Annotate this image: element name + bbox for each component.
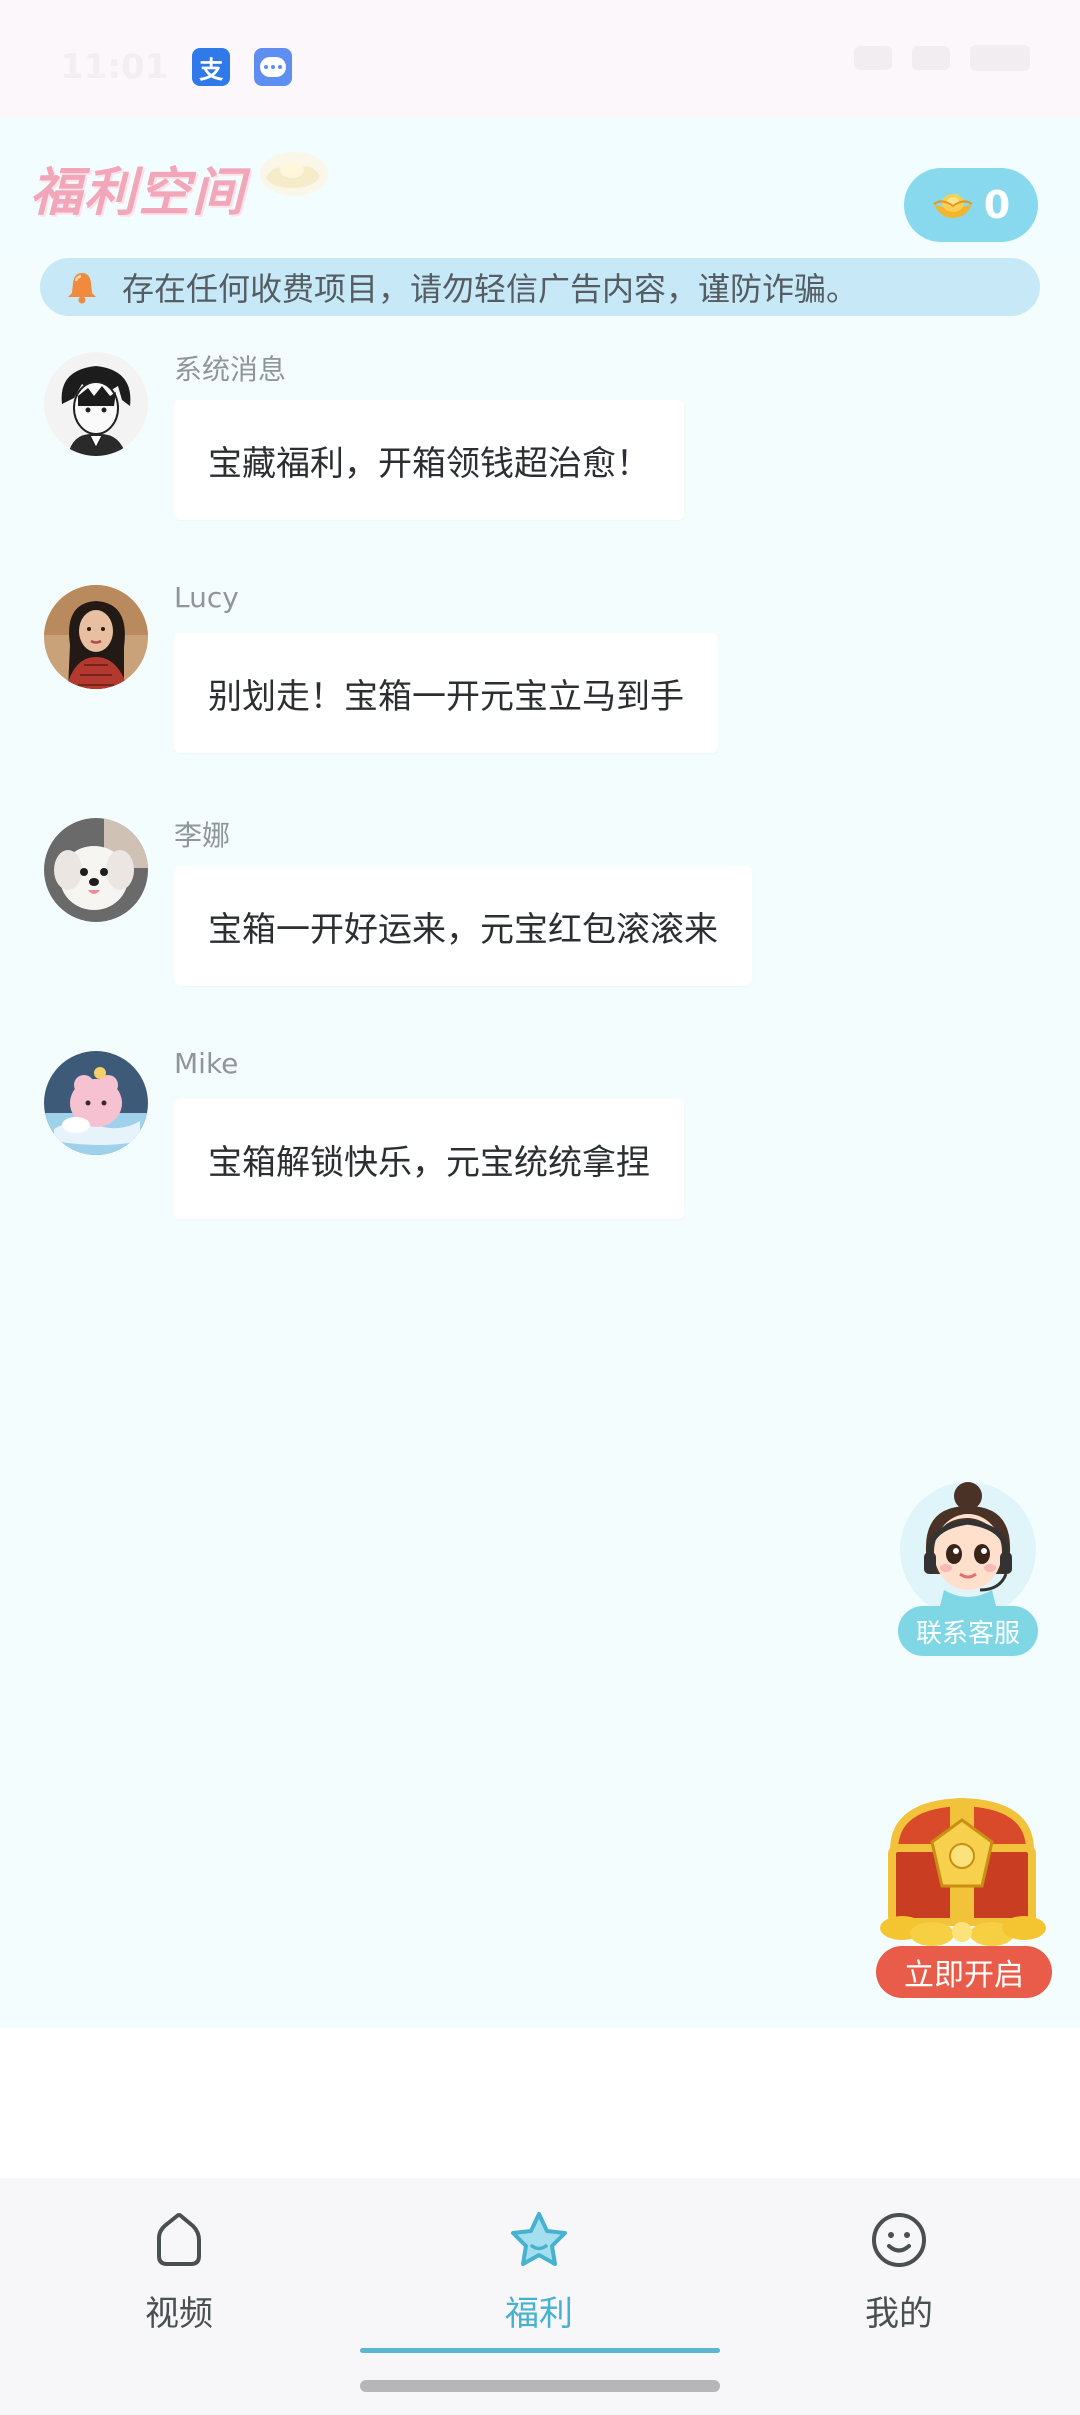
alipay-icon: 支 [192,48,231,86]
message-sender: 系统消息 [174,353,287,386]
gold-ingot-icon [260,151,329,196]
pink-creature-avatar[interactable] [44,1051,148,1155]
status-left: 11:01 支 [60,40,293,94]
bell-icon [68,273,96,304]
message-bubble[interactable]: 宝藏福利，开箱领钱超治愈！ [174,400,684,520]
bottom-spacer [0,2028,1080,2178]
treasure-chest-icon [880,1797,1046,1946]
smiley-icon [872,2213,926,2267]
message-icon [254,48,293,86]
message-bubble[interactable]: 宝箱一开好运来，元宝红包滚滚来 [174,866,752,986]
open-now-button[interactable]: 立即开启 [876,1946,1052,1998]
nav-active-indicator [360,2348,720,2353]
message-bubble[interactable]: 别划走！宝箱一开元宝立马到手 [174,633,718,753]
gold-ingot-icon [933,194,973,218]
woman-avatar[interactable] [44,585,148,689]
status-bar: 11:01 支 [0,0,1080,118]
message-sender: Lucy [174,581,239,614]
customer-service-button[interactable]: 联系客服 [896,1478,1046,1658]
notice-text: 存在任何收费项目，请勿轻信广告内容，谨防诈骗。 [122,270,859,308]
anime-boy-avatar[interactable] [44,352,148,456]
coin-count: 0 [983,183,1011,227]
nav-item-video[interactable]: 视频 [49,2198,309,2338]
puppy-avatar[interactable] [44,818,148,922]
nav-item-mine[interactable]: 我的 [769,2198,1029,2338]
coin-balance[interactable]: 0 [904,168,1038,242]
nav-label: 我的 [865,2294,933,2334]
signal-icon [854,46,892,70]
welfare-page: 11:01 支 福利空间 0 存在任何收费项目，请勿轻信广告内容，谨防诈骗。 系… [0,0,1080,2415]
alipay-glyph: 支 [199,55,224,84]
nav-item-welfare[interactable]: 福利 [409,2198,669,2338]
status-right [854,45,1030,71]
battery-icon [970,45,1030,71]
brand-title: 福利空间 [30,163,247,223]
message-sender: Mike [174,1047,239,1080]
home-icon [157,2213,201,2266]
notice-bar: 存在任何收费项目，请勿轻信广告内容，谨防诈骗。 [40,258,1040,316]
wifi-icon [912,46,950,70]
customer-service-label: 联系客服 [898,1606,1038,1656]
message-bubble[interactable]: 宝箱解锁快乐，元宝统统拿捏 [174,1099,684,1219]
star-icon [511,2212,567,2266]
nav-label: 福利 [505,2294,573,2334]
treasure-chest-button[interactable]: 立即开启 [872,1790,1052,2000]
home-indicator[interactable] [360,2380,720,2392]
nav-label: 视频 [145,2294,213,2334]
status-time: 11:01 [60,47,169,87]
message-sender: 李娜 [174,819,231,852]
brand: 福利空间 [30,150,332,225]
